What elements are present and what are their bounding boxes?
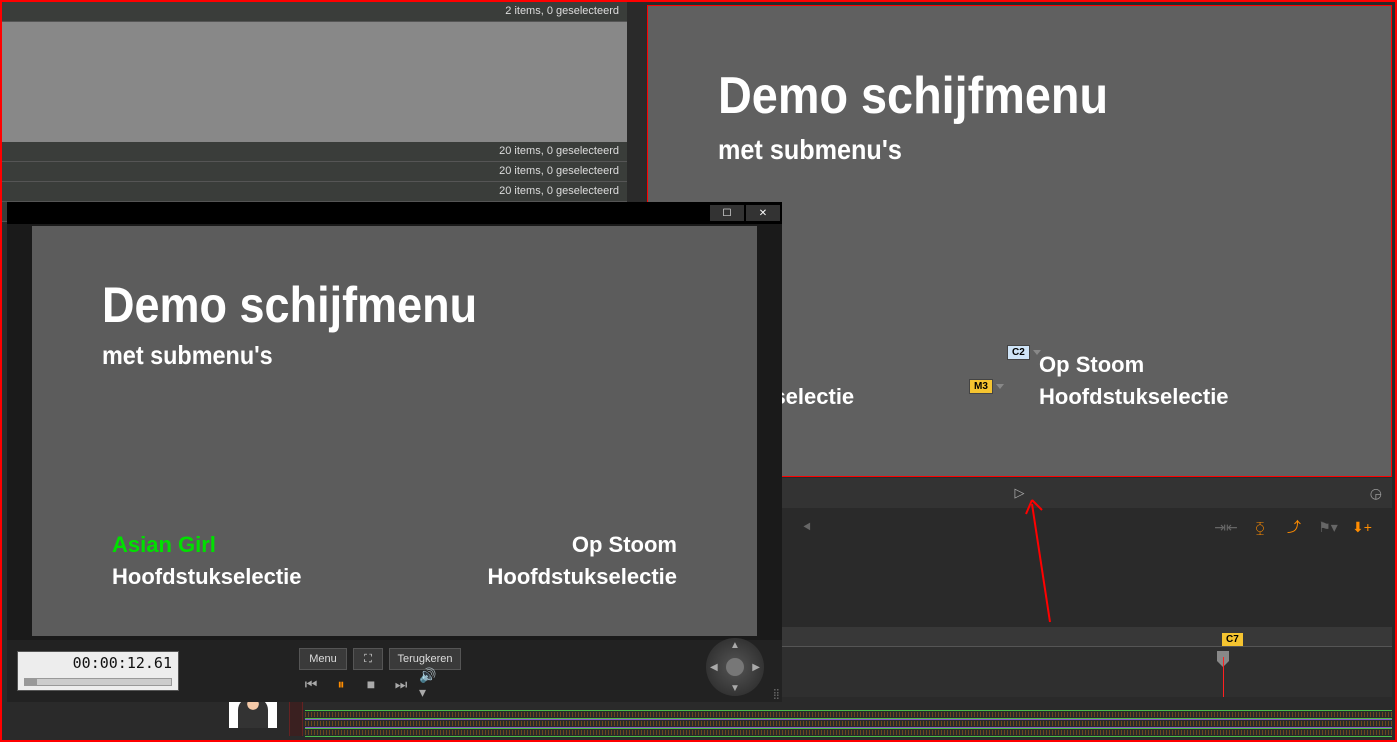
- player-controls: 00:00:12.61 Menu ⛶ Terugkeren ⏮ ⏸ ■ ⏭ 🔊▾…: [7, 640, 782, 702]
- play-indicator-icon[interactable]: ▷: [1015, 485, 1025, 501]
- waveform: [305, 730, 1392, 735]
- curve-icon[interactable]: ⤴: [1280, 516, 1308, 538]
- playhead[interactable]: [1223, 657, 1224, 697]
- bin-panel: 2 items, 0 geselecteerd 20 items, 0 gese…: [2, 2, 627, 202]
- bin-row[interactable]: 20 items, 0 geselecteerd: [2, 162, 627, 182]
- audio-track[interactable]: [305, 710, 1392, 719]
- add-icon[interactable]: ⬇+: [1348, 516, 1376, 538]
- timeline-upper[interactable]: C7: [782, 627, 1392, 697]
- waveform: [305, 721, 1392, 726]
- timeline-marker-c7[interactable]: C7: [1222, 629, 1243, 647]
- volume-button[interactable]: 🔊▾: [419, 674, 443, 694]
- timeline-ruler[interactable]: [782, 627, 1392, 647]
- stop-button[interactable]: ■: [359, 674, 383, 694]
- bin-header-row[interactable]: 2 items, 0 geselecteerd: [2, 2, 627, 22]
- dpad-left-icon[interactable]: ◀: [710, 662, 718, 673]
- player-subtitle: met submenu's: [102, 340, 629, 371]
- pause-button[interactable]: ⏸: [329, 674, 353, 694]
- audio-track[interactable]: [305, 728, 1392, 737]
- timecode-display[interactable]: 00:00:12.61: [17, 651, 179, 691]
- marker-badge-m3[interactable]: M3: [969, 379, 993, 394]
- dpad-right-icon[interactable]: ▶: [752, 662, 760, 673]
- snap-icon[interactable]: ⇥⇤: [1212, 516, 1240, 538]
- skip-back-button[interactable]: ⏮: [299, 674, 323, 694]
- timecode-text: 00:00:12.61: [24, 654, 172, 672]
- fullscreen-button[interactable]: ⛶: [353, 648, 383, 670]
- player-menu-item-highlighted[interactable]: Asian Girl: [112, 532, 302, 558]
- dropdown-icon[interactable]: [1033, 350, 1041, 355]
- menu-button[interactable]: Menu: [299, 648, 347, 670]
- player-titlebar: ☐ ✕: [7, 202, 782, 224]
- dropdown-icon[interactable]: [996, 384, 1004, 389]
- bin-row[interactable]: 20 items, 0 geselecteerd: [2, 142, 627, 162]
- marker-badge-c2[interactable]: C2: [1007, 345, 1030, 360]
- close-button[interactable]: ✕: [746, 205, 780, 221]
- maximize-button[interactable]: ☐: [710, 205, 744, 221]
- marker-icon[interactable]: ⚑▾: [1314, 516, 1342, 538]
- player-menu-item[interactable]: Op Stoom: [488, 532, 678, 558]
- skip-forward-button[interactable]: ⏭: [389, 674, 413, 694]
- audio-track[interactable]: [305, 719, 1392, 728]
- render-status-icon[interactable]: ◶: [1370, 485, 1382, 502]
- disc-player-window: ☐ ✕ Demo schijfmenu met submenu's Asian …: [7, 202, 782, 702]
- dpad-center-button[interactable]: [726, 658, 744, 676]
- player-title: Demo schijfmenu: [102, 276, 629, 334]
- dpad-navigation[interactable]: ▲ ▼ ◀ ▶: [706, 638, 764, 696]
- player-content[interactable]: Demo schijfmenu met submenu's Asian Girl…: [32, 226, 757, 636]
- preview-subtitle: met submenu's: [718, 134, 1261, 166]
- timeline-tracks-region[interactable]: [5, 700, 1392, 740]
- player-menu-item[interactable]: Hoofdstukselectie: [488, 564, 678, 590]
- preview-title: Demo schijfmenu: [718, 66, 1261, 126]
- magnet-icon[interactable]: ⧲: [1246, 516, 1274, 538]
- preview-menu-item[interactable]: Hoofdstukselectie: [1039, 384, 1229, 410]
- dpad-down-icon[interactable]: ▼: [730, 683, 740, 694]
- player-menu-item[interactable]: Hoofdstukselectie: [112, 564, 302, 590]
- timecode-slider[interactable]: [24, 678, 172, 686]
- flag-icon[interactable]: ⯇: [793, 516, 821, 538]
- resize-grip-icon[interactable]: ⣿: [773, 689, 780, 700]
- clip-edge-marker[interactable]: [289, 696, 303, 736]
- preview-menu-item[interactable]: Op Stoom: [1039, 352, 1229, 378]
- bin-row[interactable]: 20 items, 0 geselecteerd: [2, 182, 627, 202]
- bin-spacer: [2, 22, 627, 142]
- dpad-up-icon[interactable]: ▲: [730, 640, 740, 651]
- waveform: [305, 712, 1392, 717]
